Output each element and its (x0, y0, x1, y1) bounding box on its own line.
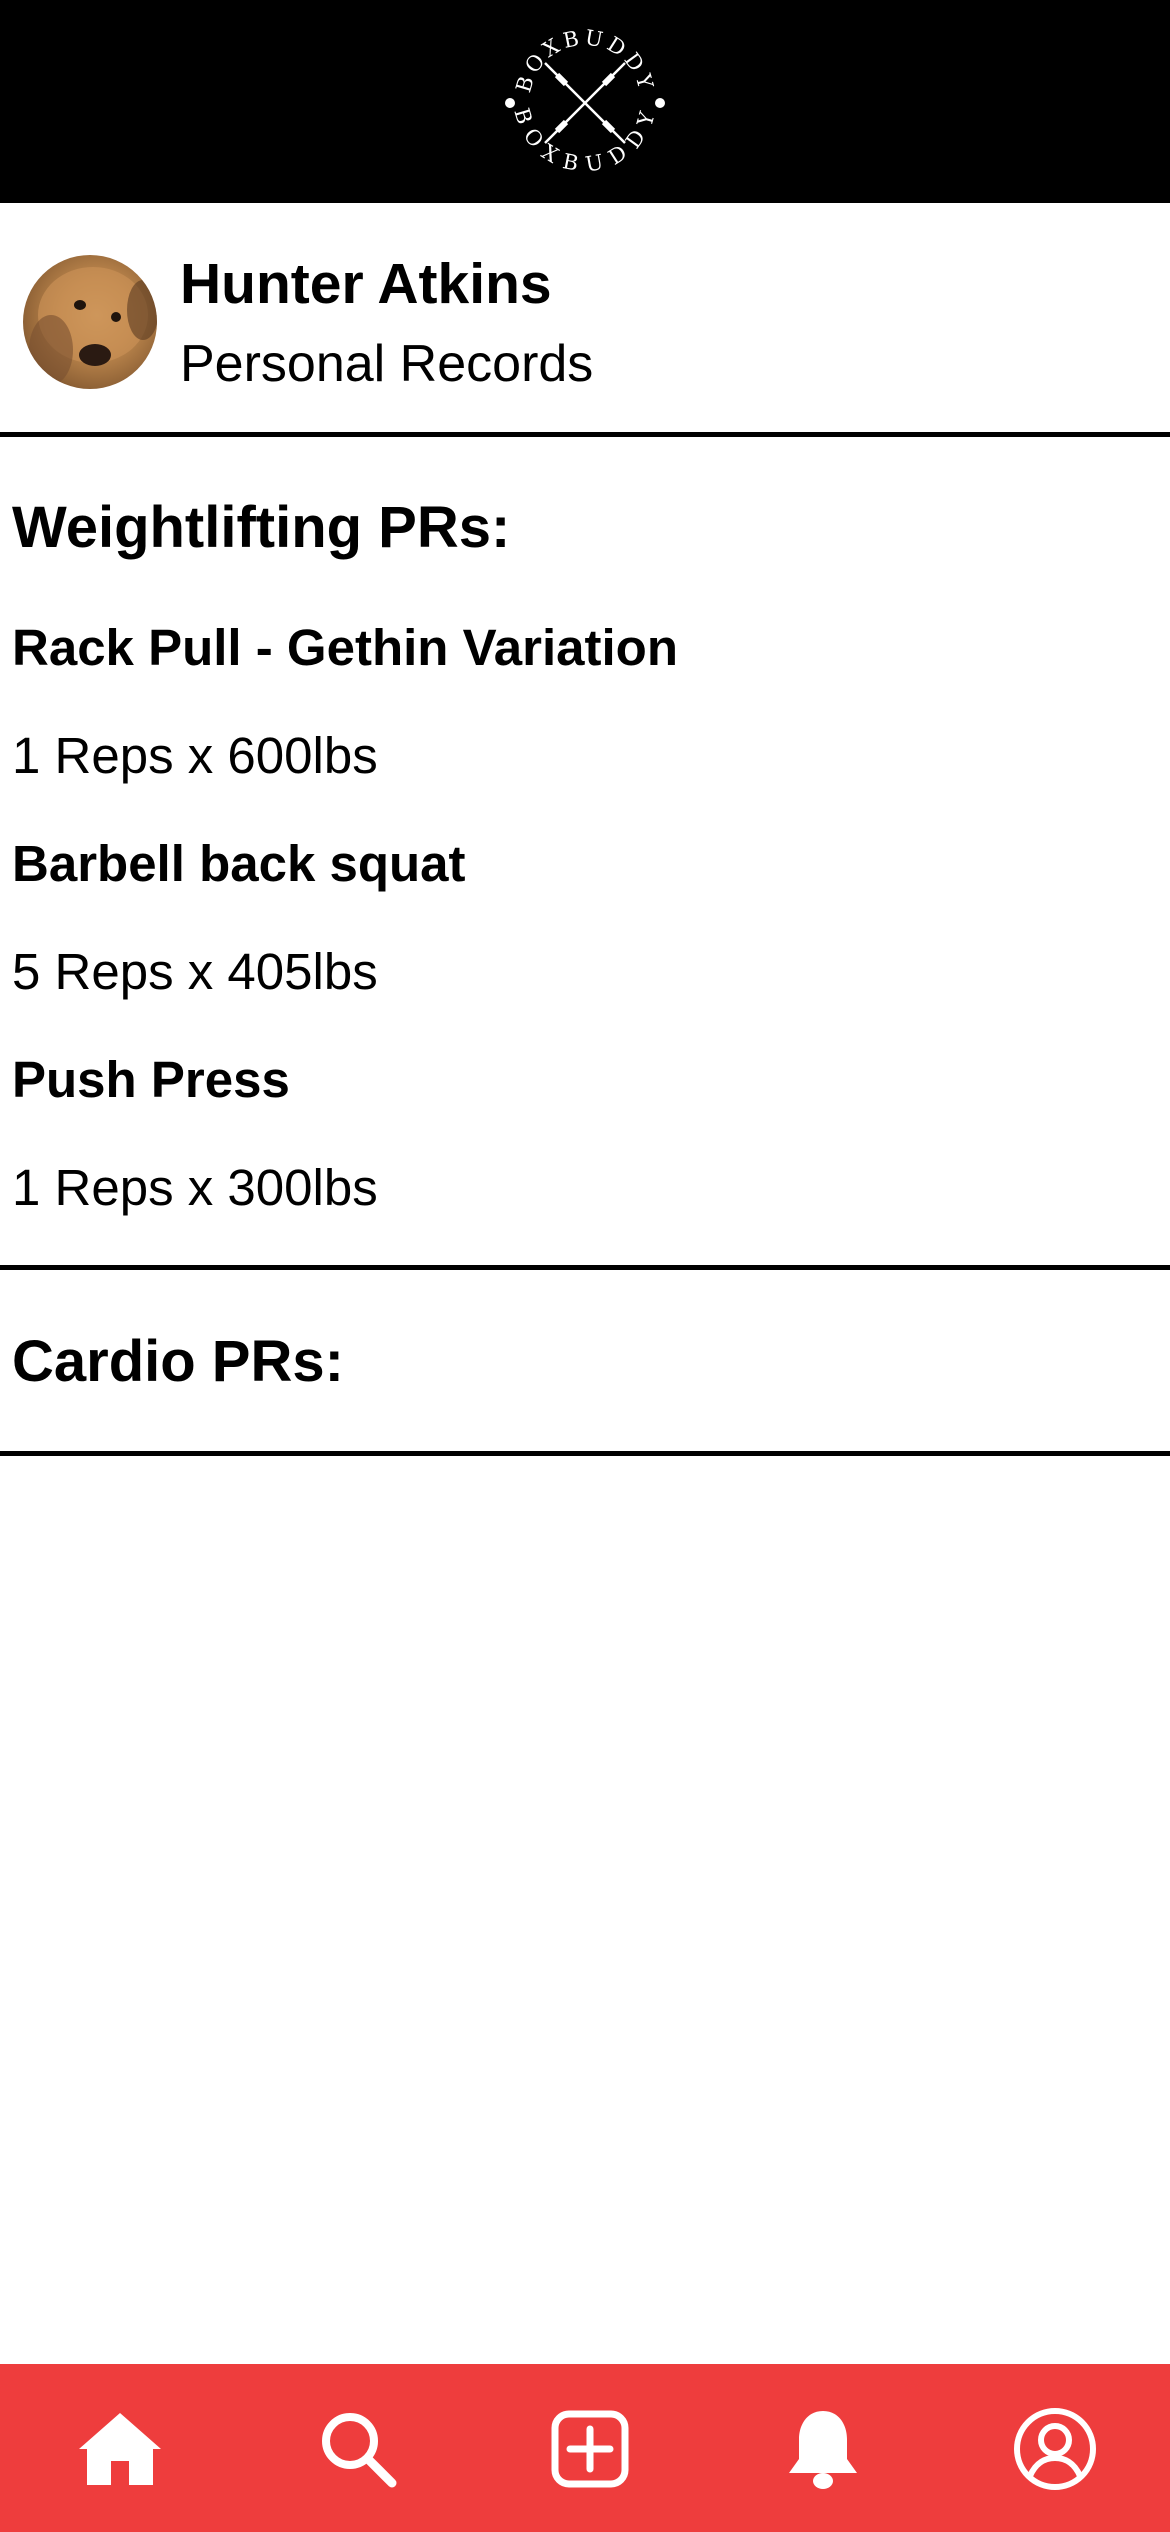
nav-add-button[interactable] (545, 2404, 635, 2494)
search-icon (322, 2413, 397, 2488)
add-icon (551, 2410, 629, 2488)
home-icon (79, 2413, 161, 2485)
nav-search-button[interactable] (313, 2404, 403, 2494)
divider (0, 432, 1170, 437)
exercise-record: 5 Reps x 405lbs (12, 943, 378, 1000)
app-screen: BOXBUDDY BOXBUDDY Hunter Atkins Personal… (0, 0, 1170, 2532)
exercise-record: 1 Reps x 300lbs (12, 1159, 378, 1216)
exercise-name: Rack Pull - Gethin Variation (12, 619, 678, 676)
cardio-section-title: Cardio PRs: (12, 1329, 344, 1394)
exercise-name: Push Press (12, 1051, 290, 1108)
exercise-name: Barbell back squat (12, 835, 466, 892)
bottom-nav (0, 2364, 1170, 2532)
divider (0, 1451, 1170, 1456)
svg-text:BOXBUDDY: BOXBUDDY (511, 25, 658, 95)
boxbuddy-logo: BOXBUDDY BOXBUDDY (505, 25, 665, 177)
divider (0, 1265, 1170, 1270)
avatar[interactable] (23, 255, 157, 389)
user-name: Hunter Atkins (180, 252, 552, 316)
svg-text:BOXBUDDY: BOXBUDDY (509, 105, 660, 176)
page-subtitle: Personal Records (180, 335, 594, 393)
bell-icon (789, 2411, 857, 2489)
nav-home-button[interactable] (75, 2404, 165, 2494)
nav-profile-button[interactable] (1010, 2404, 1100, 2494)
dog-photo (29, 267, 157, 385)
profile-icon (1014, 2408, 1096, 2490)
exercise-record: 1 Reps x 600lbs (12, 727, 378, 784)
weightlifting-section-title: Weightlifting PRs: (12, 495, 511, 560)
app-header: BOXBUDDY BOXBUDDY (0, 0, 1170, 203)
profile-header: Hunter Atkins Personal Records (0, 203, 1170, 432)
nav-notifications-button[interactable] (778, 2404, 868, 2494)
